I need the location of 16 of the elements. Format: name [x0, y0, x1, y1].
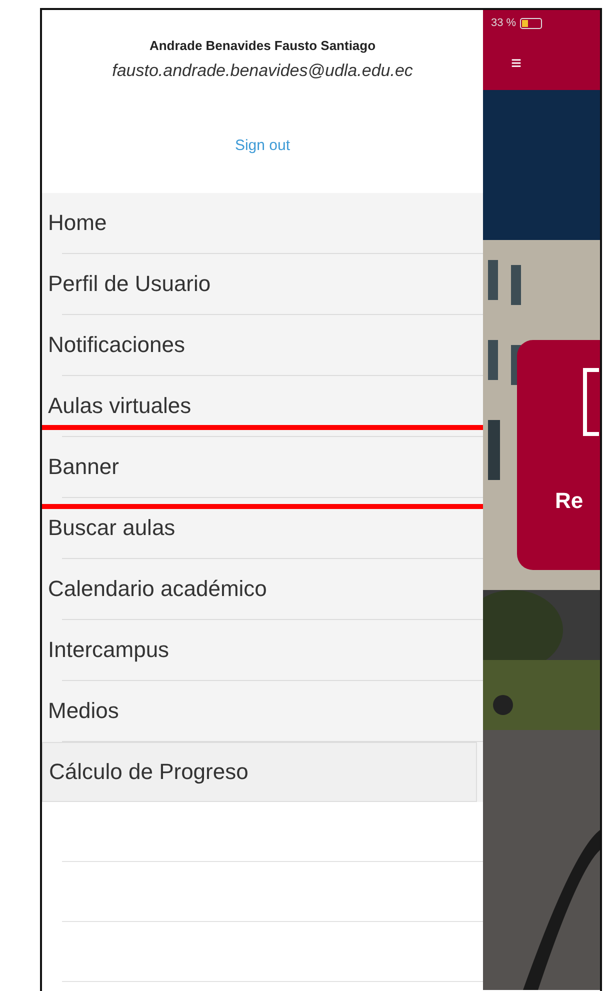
menu-item[interactable]: Notificaciones	[42, 332, 185, 358]
document-icon	[583, 368, 599, 436]
user-email: fausto.andrade.benavides@udla.edu.ec	[112, 61, 413, 81]
menu-item[interactable]: Home	[42, 210, 107, 236]
menu-item[interactable]: Medios	[42, 698, 119, 724]
menu-item[interactable]: Banner	[42, 454, 119, 480]
card-title: Re	[555, 488, 584, 514]
battery-text: 33 %	[491, 17, 516, 29]
menu-item[interactable]: Intercampus	[42, 637, 170, 664]
menu-icon[interactable]: ≡	[511, 52, 522, 74]
menu-item[interactable]: Calendario académico	[42, 576, 267, 602]
battery-icon	[520, 18, 544, 28]
user-name: Andrade Benavides Fausto Santiago	[149, 38, 376, 53]
menu-item[interactable]: Aulas virtuales	[42, 393, 192, 420]
menu-item[interactable]: Buscar aulas	[42, 515, 176, 542]
menu-item[interactable]: Perfil de Usuario	[42, 271, 211, 298]
